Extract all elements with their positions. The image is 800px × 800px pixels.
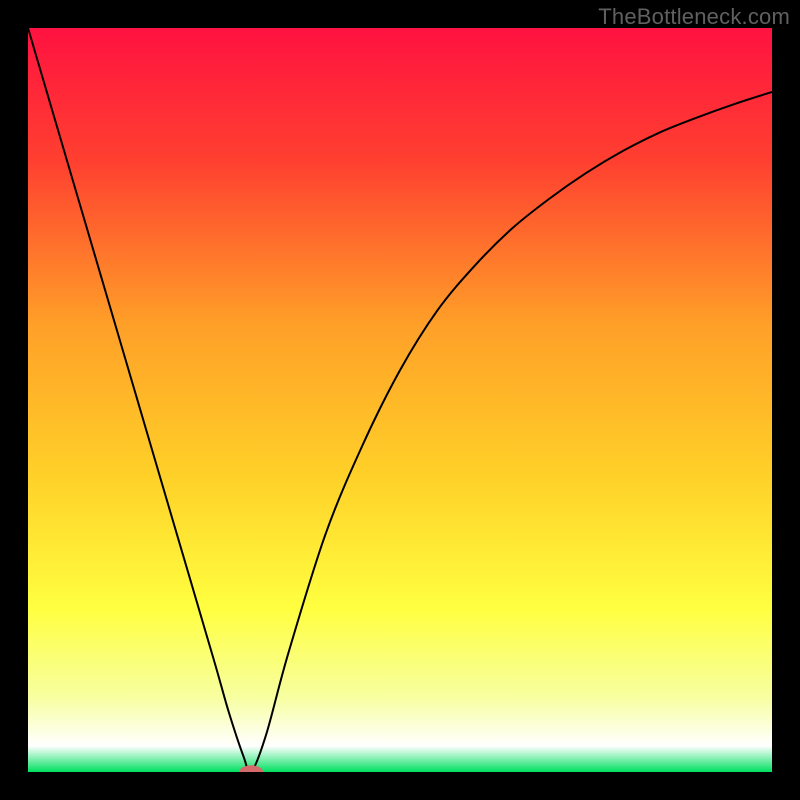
chart-frame: TheBottleneck.com — [0, 0, 800, 800]
chart-svg — [28, 28, 772, 772]
watermark-text: TheBottleneck.com — [598, 4, 790, 30]
plot-area — [28, 28, 772, 772]
gradient-background — [28, 28, 772, 772]
